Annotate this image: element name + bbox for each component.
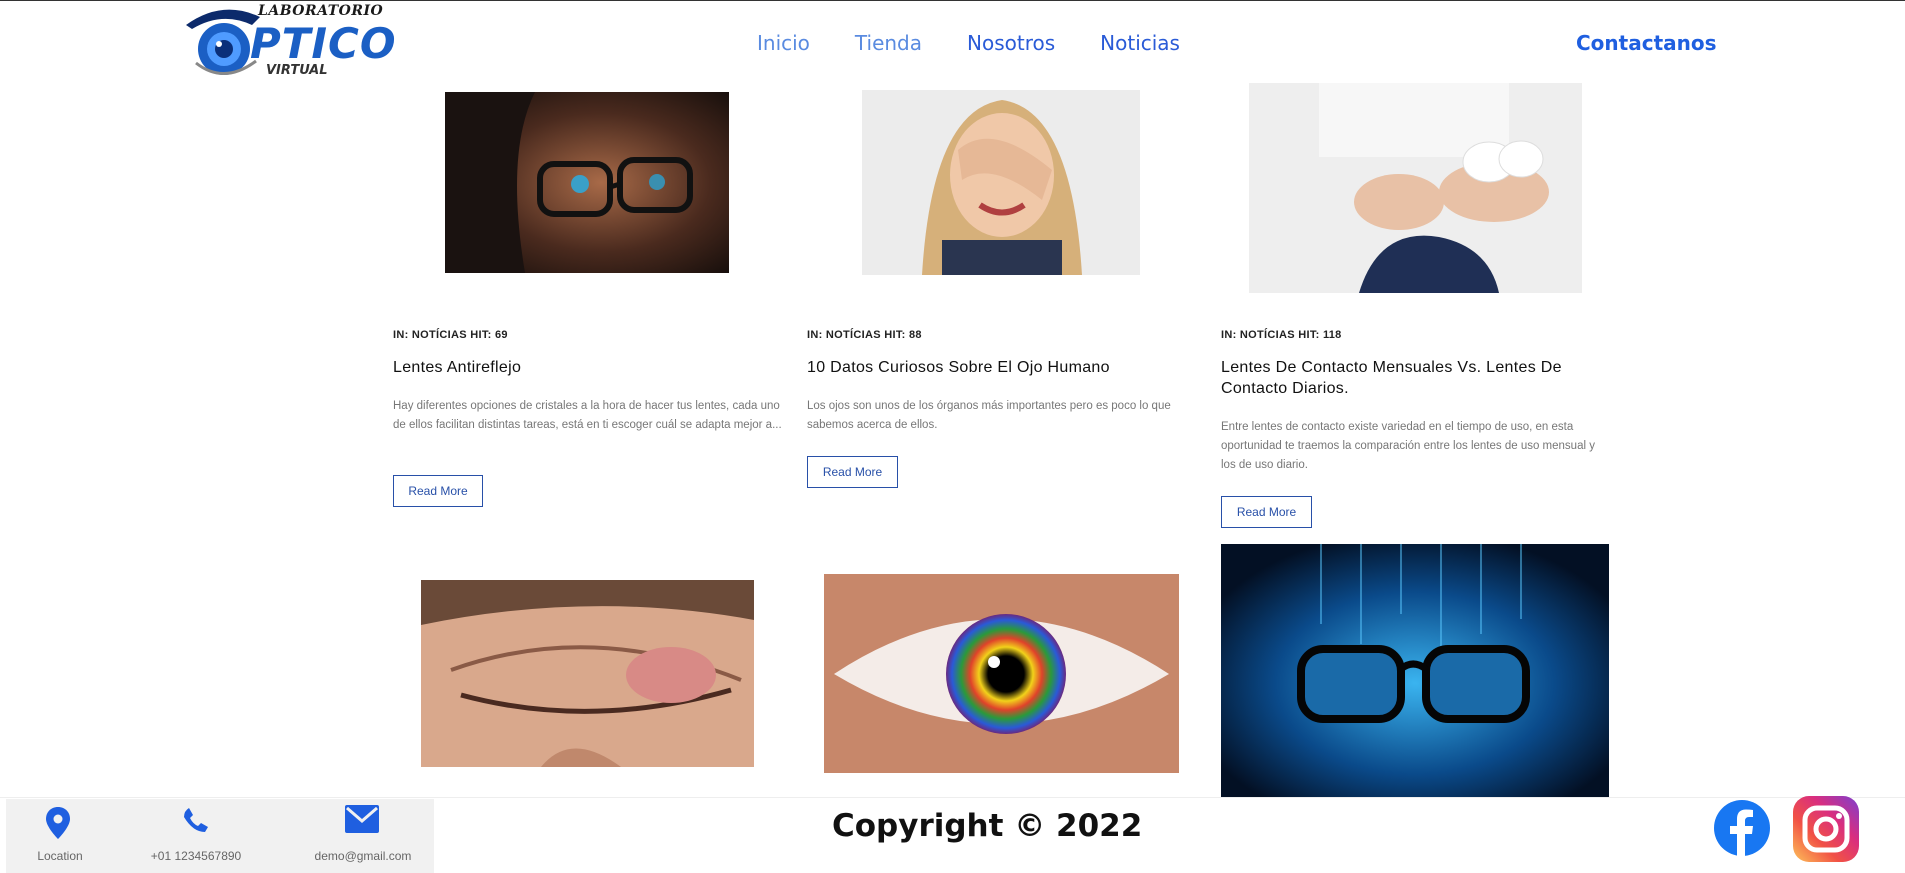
logo-top-text: LABORATORIO [258,3,384,19]
facebook-icon[interactable] [1714,800,1770,856]
read-more-button[interactable]: Read More [1221,496,1312,528]
article-meta: IN: NOTÍCIAS HIT: 88 [807,329,922,341]
copyright-text: Copyright © 2022 [832,808,1143,844]
article-meta: IN: NOTÍCIAS HIT: 69 [393,329,508,341]
main-nav: Inicio Tienda Nosotros Noticias [757,31,1225,55]
article-image-ojo-humano[interactable] [862,90,1140,275]
woman-glasses-photo [445,92,729,273]
nav-inicio[interactable]: Inicio [757,31,810,55]
phone-icon [184,808,208,832]
site-header: LABORATORIO PTICO VIRTUAL Inicio Tienda … [0,1,1905,83]
nav-noticias[interactable]: Noticias [1100,31,1180,55]
site-logo[interactable]: LABORATORIO PTICO VIRTUAL [180,1,396,79]
contact-lens-case-photo [1249,77,1582,293]
read-more-button[interactable]: Read More [807,456,898,488]
footer-contact-box: Location +01 1234567890 demo@gmail.com [6,799,434,873]
instagram-icon[interactable] [1793,796,1859,862]
contact-link[interactable]: Contactanos [1576,31,1717,55]
phone-label: +01 1234567890 [150,849,242,863]
article-meta: IN: NOTÍCIAS HIT: 118 [1221,329,1342,341]
nav-tienda[interactable]: Tienda [855,31,922,55]
article-title[interactable]: Lentes Antireflejo [393,357,783,378]
envelope-icon [345,805,379,833]
logo-sub-text: VIRTUAL [266,63,328,78]
article-image-eye-stye[interactable] [421,580,754,767]
smiling-woman-photo [862,90,1140,275]
article-title[interactable]: 10 Datos Curiosos Sobre El Ojo Humano [807,357,1197,378]
nav-nosotros[interactable]: Nosotros [967,31,1055,55]
email-label: demo@gmail.com [314,849,412,863]
article-excerpt: Hay diferentes opciones de cristales a l… [393,400,782,431]
colorful-eye-photo [824,574,1179,773]
article-excerpt: Los ojos son unos de los órganos más imp… [807,400,1171,431]
location-label: Location [37,849,83,863]
article-image-blue-light[interactable] [1221,544,1609,797]
article-excerpt: Entre lentes de contacto existe variedad… [1221,421,1595,471]
article-image-antireflejo[interactable] [445,92,729,273]
glasses-blue-light-photo [1221,544,1609,797]
closed-eye-photo [421,580,754,767]
article-title[interactable]: Lentes De Contacto Mensuales Vs. Lentes … [1221,357,1611,399]
article-image-colorful-iris[interactable] [824,574,1179,773]
logo-main-text: PTICO [250,19,397,68]
location-pin-icon [46,807,70,839]
read-more-button[interactable]: Read More [393,475,483,507]
article-image-lentes-contacto[interactable] [1249,77,1582,293]
